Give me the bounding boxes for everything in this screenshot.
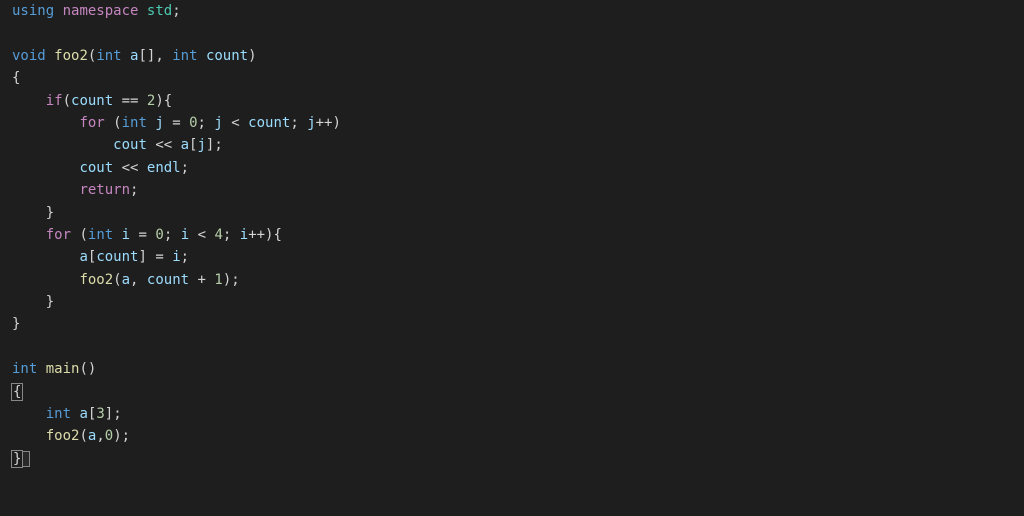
code-line: int a[3]; xyxy=(8,403,1016,425)
keyword-void: void xyxy=(12,48,46,64)
keyword-namespace: namespace xyxy=(63,3,139,19)
bracket-open: { xyxy=(11,383,23,401)
keyword-using: using xyxy=(12,3,54,19)
keyword-int: int xyxy=(12,361,37,377)
fn-foo2: foo2 xyxy=(46,428,80,444)
code-line: } xyxy=(8,448,1016,470)
code-line: cout << a[j]; xyxy=(8,134,1016,156)
fn-foo2: foo2 xyxy=(79,272,113,288)
code-line: cout << endl; xyxy=(8,157,1016,179)
code-line: return; xyxy=(8,179,1016,201)
cout: cout xyxy=(79,160,113,176)
keyword-for: for xyxy=(79,115,104,131)
code-line: } xyxy=(8,291,1016,313)
keyword-for: for xyxy=(46,227,71,243)
code-line: { xyxy=(8,67,1016,89)
code-line xyxy=(8,22,1016,44)
code-line: for (int j = 0; j < count; j++) xyxy=(8,112,1016,134)
code-editor[interactable]: using namespace std; void foo2(int a[], … xyxy=(0,0,1024,470)
keyword-if: if xyxy=(46,93,63,109)
cout: cout xyxy=(113,137,147,153)
code-line xyxy=(8,336,1016,358)
fn-foo2: foo2 xyxy=(54,48,88,64)
keyword-int: int xyxy=(96,48,121,64)
code-line: foo2(a,0); xyxy=(8,425,1016,447)
param-count: count xyxy=(206,48,248,64)
code-line: int main() xyxy=(8,358,1016,380)
code-line: void foo2(int a[], int count) xyxy=(8,45,1016,67)
code-line: for (int i = 0; i < 4; i++){ xyxy=(8,224,1016,246)
cursor xyxy=(22,451,30,467)
code-line: if(count == 2){ xyxy=(8,90,1016,112)
keyword-int: int xyxy=(172,48,197,64)
code-line: } xyxy=(8,313,1016,335)
keyword-return: return xyxy=(79,182,130,198)
code-line: a[count] = i; xyxy=(8,246,1016,268)
fn-main: main xyxy=(46,361,80,377)
code-line: { xyxy=(8,381,1016,403)
code-line: } xyxy=(8,202,1016,224)
endl: endl xyxy=(147,160,181,176)
code-line: using namespace std; xyxy=(8,0,1016,22)
ident-std: std xyxy=(147,3,172,19)
code-line: foo2(a, count + 1); xyxy=(8,269,1016,291)
